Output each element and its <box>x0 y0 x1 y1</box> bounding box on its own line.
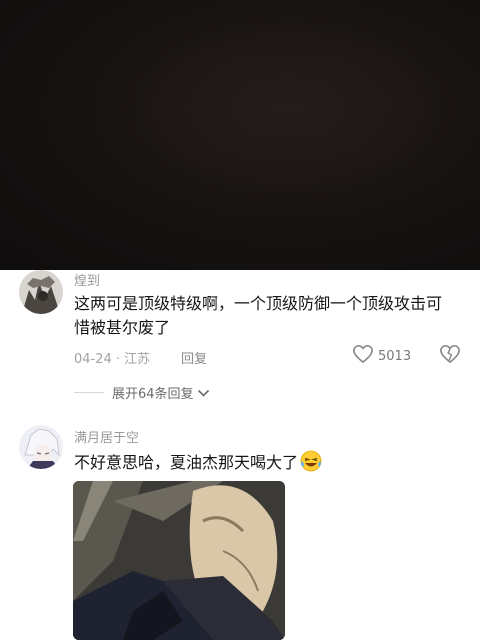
heart-icon <box>352 344 374 368</box>
comment-text-line: 惜被甚尔废了 <box>74 318 171 337</box>
dislike-heart-icon <box>439 345 461 368</box>
expand-replies-label: 展开64条回复 <box>112 387 194 402</box>
laughing-crying-emoji-icon <box>300 450 322 479</box>
like-button[interactable]: 5013 <box>352 344 411 368</box>
comment-text-line: 这两可是顶级特级啊，一个顶级防御一个顶级攻击可 <box>74 294 443 313</box>
comment-text: 不好意思哈，夏油杰那天喝大了 <box>74 450 464 479</box>
comment-section: 煌到 这两可是顶级特级啊，一个顶级防御一个顶级攻击可 惜被甚尔废了 04-24 … <box>0 270 480 640</box>
expand-replies-button[interactable]: 展开64条回复 <box>74 383 210 402</box>
chevron-down-icon <box>197 383 210 402</box>
comment-image[interactable] <box>73 481 285 640</box>
expand-divider <box>74 392 104 393</box>
comment-date-location: 04-24 · 江苏 <box>74 352 151 367</box>
comment-text-line: 不好意思哈，夏油杰那天喝大了 <box>74 453 299 472</box>
username[interactable]: 煌到 <box>74 270 100 289</box>
avatar[interactable] <box>19 270 63 314</box>
avatar[interactable] <box>19 425 63 469</box>
reply-button[interactable]: 回复 <box>181 348 207 367</box>
comment-text: 这两可是顶级特级啊，一个顶级防御一个顶级攻击可 惜被甚尔废了 <box>74 292 464 340</box>
username[interactable]: 满月居于空 <box>74 427 139 446</box>
like-count: 5013 <box>378 348 412 364</box>
video-player[interactable] <box>0 0 480 270</box>
dislike-button[interactable] <box>439 344 461 368</box>
